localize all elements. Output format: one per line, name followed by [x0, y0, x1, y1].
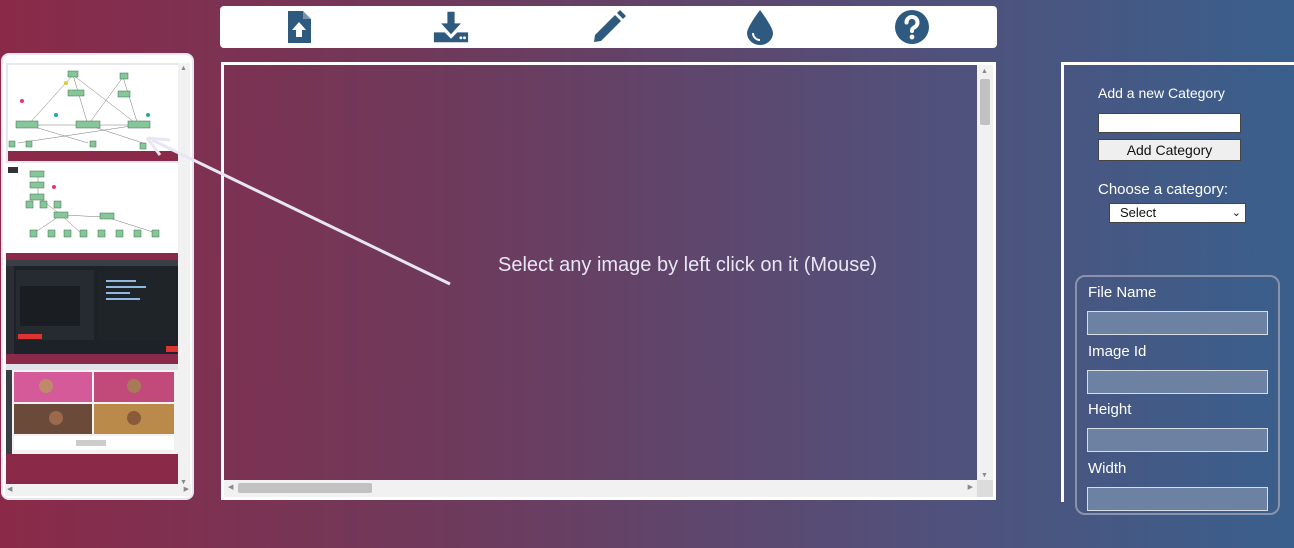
- thumbnail-3[interactable]: [6, 260, 179, 364]
- diagram-thumbnail: [8, 65, 179, 151]
- help-button[interactable]: [892, 9, 932, 45]
- category-select[interactable]: Select ⌄: [1109, 203, 1246, 223]
- thumbnail-1[interactable]: [6, 63, 179, 163]
- screenshot-thumbnail: [6, 260, 179, 354]
- download-button[interactable]: [431, 9, 471, 45]
- toolbar: [220, 6, 997, 48]
- add-category-button[interactable]: Add Category: [1098, 139, 1241, 161]
- add-category-label: Add a new Category: [1098, 85, 1225, 101]
- water-drop-icon: [747, 10, 773, 45]
- width-label: Width: [1088, 460, 1127, 477]
- thumbnail-4[interactable]: [6, 364, 179, 484]
- diagram-thumbnail: [6, 167, 179, 253]
- chevron-down-icon: ⌄: [1231, 207, 1241, 219]
- scroll-corner: [977, 480, 993, 497]
- height-field[interactable]: [1087, 428, 1268, 452]
- upload-button[interactable]: [279, 9, 319, 45]
- file-name-field[interactable]: [1087, 311, 1268, 335]
- file-upload-icon: [288, 11, 311, 43]
- width-field[interactable]: [1087, 487, 1268, 511]
- height-label: Height: [1088, 401, 1132, 418]
- category-select-value: Select: [1120, 205, 1157, 220]
- image-id-field[interactable]: [1087, 370, 1268, 394]
- canvas-horizontal-scrollbar[interactable]: ◀ ▶: [224, 480, 977, 497]
- canvas-horizontal-scroll-thumb[interactable]: [238, 483, 372, 493]
- download-icon: [433, 11, 469, 43]
- image-canvas[interactable]: ▲ ▼ ◀ ▶: [221, 62, 996, 500]
- canvas-hint-text: Select any image by left click on it (Mo…: [498, 254, 878, 276]
- new-category-input[interactable]: [1098, 113, 1241, 133]
- thumbnail-horizontal-scrollbar[interactable]: ◀ ▶: [5, 484, 191, 496]
- canvas-vertical-scrollbar[interactable]: ▲ ▼: [977, 65, 993, 483]
- color-button[interactable]: [740, 9, 780, 45]
- pencil-icon: [594, 10, 626, 42]
- file-name-label: File Name: [1088, 284, 1157, 301]
- canvas-vertical-scroll-thumb[interactable]: [980, 79, 990, 125]
- image-id-label: Image Id: [1088, 343, 1147, 360]
- thumbnail-panel: ▲ ▼ ◀ ▶: [1, 53, 194, 500]
- question-circle-icon: [895, 10, 929, 44]
- choose-category-label: Choose a category:: [1098, 181, 1229, 198]
- edit-button[interactable]: [589, 9, 629, 45]
- video-call-thumbnail: [6, 364, 179, 454]
- thumbnail-vertical-scrollbar[interactable]: ▲ ▼: [178, 63, 190, 489]
- thumbnail-2[interactable]: [6, 167, 179, 260]
